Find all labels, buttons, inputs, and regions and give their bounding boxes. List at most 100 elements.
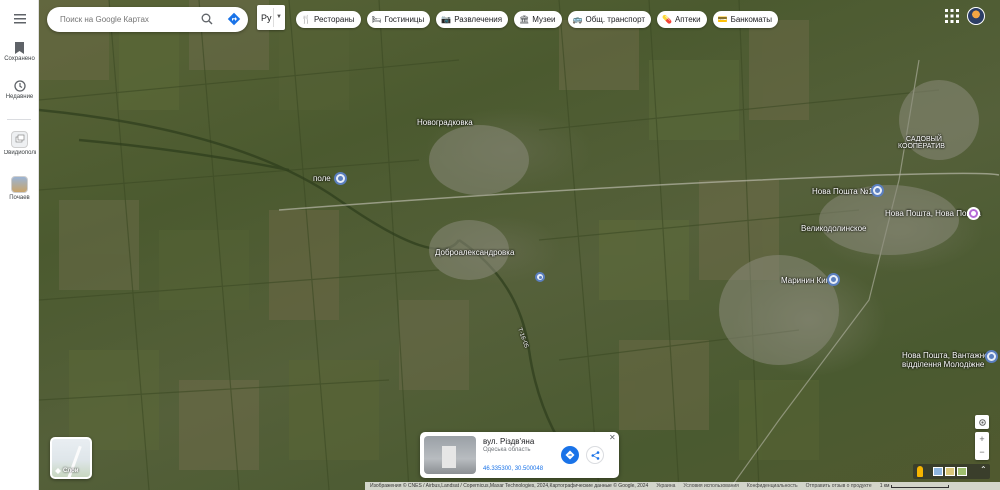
chevron-up-icon[interactable]: ⌃ bbox=[980, 465, 987, 474]
chevron-down-icon: ▼ bbox=[276, 14, 282, 20]
map-type-thumbnail[interactable] bbox=[945, 467, 955, 476]
museum-icon: 🏛 bbox=[519, 15, 530, 24]
map-type-thumbnail[interactable] bbox=[957, 467, 967, 476]
place-label-nova-poshta-1[interactable]: Нова Пошта №1 bbox=[812, 187, 873, 196]
recent-label: Недавние bbox=[5, 94, 34, 100]
map-pin-icon[interactable] bbox=[985, 350, 998, 363]
scale-line bbox=[891, 484, 950, 488]
place-label-novogradkovka[interactable]: Новоградковка bbox=[417, 118, 473, 127]
recent-place-ovidiopol[interactable]: Овидиопольский... bbox=[0, 131, 39, 157]
place-region: Одеська область bbox=[483, 447, 531, 453]
camera-icon: 📷 bbox=[441, 15, 452, 24]
street-view-bar: ⌃ bbox=[913, 464, 990, 479]
apps-grid-icon[interactable] bbox=[944, 8, 960, 24]
share-button[interactable] bbox=[586, 446, 604, 464]
privacy-link[interactable]: Конфиденциальность bbox=[747, 483, 798, 489]
zoom-in-button[interactable]: + bbox=[979, 432, 984, 446]
place-label-sadovy[interactable]: САДОВЫЙ bbox=[906, 136, 942, 143]
search-icon[interactable] bbox=[201, 13, 213, 25]
directions-icon[interactable] bbox=[227, 12, 241, 26]
place-photo[interactable] bbox=[424, 436, 476, 474]
saved-label: Сохранено bbox=[4, 56, 35, 62]
place-thumbnail bbox=[11, 176, 28, 193]
layers-preview bbox=[65, 445, 82, 477]
menu-icon bbox=[13, 14, 26, 24]
place-label-marinin[interactable]: Маринин Кинг bbox=[781, 276, 833, 285]
chip-label: Аптеки bbox=[674, 15, 701, 24]
bookmark-icon bbox=[15, 42, 24, 54]
terms-link[interactable]: Условия использования bbox=[683, 483, 739, 489]
restaurant-icon: 🍴 bbox=[301, 15, 311, 24]
zoom-out-button[interactable]: − bbox=[979, 446, 984, 460]
search-box[interactable] bbox=[47, 7, 248, 32]
pharmacy-icon: 💊 bbox=[662, 15, 672, 24]
share-icon bbox=[591, 450, 599, 460]
place-label-velikodolinskoe[interactable]: Великодолинское bbox=[801, 224, 867, 233]
bus-icon: 🚌 bbox=[572, 15, 583, 24]
chip-transit[interactable]: 🚌 Общ. транспорт bbox=[567, 11, 651, 28]
place-label-nova-poshta-3a[interactable]: Нова Пошта, Вантажне bbox=[902, 351, 989, 360]
chip-entertainment[interactable]: 📷 Развлечения bbox=[436, 11, 509, 28]
country-link[interactable]: Украина bbox=[656, 483, 675, 489]
directions-button[interactable] bbox=[561, 446, 579, 464]
atm-icon: 💳 bbox=[717, 15, 728, 24]
layers-label: Слои bbox=[55, 468, 78, 474]
location-icon bbox=[978, 418, 986, 426]
place-info-card[interactable]: вул. Різдв'яна Одеська область 46.335300… bbox=[420, 432, 619, 478]
chip-label: Рестораны bbox=[313, 15, 355, 24]
place-label-nova-poshta-3b[interactable]: відділення Молодіжне bbox=[902, 360, 984, 369]
recent-place-label: Овидиопольский... bbox=[3, 150, 36, 156]
map-pin-icon[interactable] bbox=[535, 272, 545, 282]
hotel-icon: 🛏 bbox=[371, 15, 382, 24]
chip-pharmacies[interactable]: 💊 Аптеки bbox=[657, 11, 707, 28]
chip-restaurants[interactable]: 🍴 Рестораны bbox=[296, 11, 361, 28]
layers-toggle[interactable]: Слои bbox=[50, 437, 92, 479]
my-location-button[interactable] bbox=[975, 415, 989, 429]
recent-place-label: Почаев bbox=[9, 195, 30, 201]
chip-hotels[interactable]: 🛏 Гостиницы bbox=[366, 11, 431, 28]
rail-divider bbox=[7, 119, 31, 120]
left-rail: Сохранено Недавние Овидиопольский... Поч… bbox=[0, 0, 39, 490]
recent-place-pochaev[interactable]: Почаев bbox=[0, 176, 39, 202]
map-pin-icon[interactable] bbox=[827, 273, 840, 286]
map-pin-icon[interactable] bbox=[871, 184, 884, 197]
pegman-icon[interactable] bbox=[917, 466, 923, 477]
place-thumbnail bbox=[11, 131, 28, 148]
directions-icon bbox=[565, 450, 575, 460]
chip-label: Музеи bbox=[532, 15, 556, 24]
avatar[interactable] bbox=[967, 7, 985, 25]
scale-bar[interactable]: 1 км bbox=[880, 483, 950, 489]
zoom-controls: + − bbox=[975, 432, 989, 460]
place-title[interactable]: вул. Різдв'яна bbox=[483, 437, 534, 446]
layers-stack-icon bbox=[15, 134, 24, 142]
place-coordinates[interactable]: 46.335300, 30.500048 bbox=[483, 466, 543, 472]
language-divider bbox=[273, 8, 274, 27]
place-label-pole[interactable]: поле bbox=[313, 174, 331, 183]
history-icon bbox=[13, 80, 26, 92]
feedback-link[interactable]: Отправить отзыв о продукте bbox=[806, 483, 872, 489]
place-label-kooperativ[interactable]: КООПЕРАТИВ bbox=[898, 143, 945, 150]
place-label-dobroaleksandrovka[interactable]: Доброалександровка bbox=[435, 248, 514, 257]
close-icon[interactable]: ✕ bbox=[609, 433, 616, 442]
language-value: Ру bbox=[261, 12, 272, 23]
map-pin-icon[interactable] bbox=[967, 207, 980, 220]
search-input[interactable] bbox=[60, 15, 190, 24]
saved-button[interactable]: Сохранено bbox=[0, 42, 39, 63]
chip-label: Развлечения bbox=[454, 15, 503, 24]
chip-atms[interactable]: 💳 Банкоматы bbox=[712, 11, 778, 28]
map-footer: Изображения © CNES / Airbus,Landsat / Co… bbox=[365, 482, 1000, 490]
map-pin-icon[interactable] bbox=[334, 172, 347, 185]
scale-label: 1 км bbox=[879, 483, 890, 489]
language-select[interactable]: Ру ▼ bbox=[257, 5, 285, 30]
category-chips: 🍴 Рестораны 🛏 Гостиницы 📷 Развлечения 🏛 Музе… bbox=[296, 11, 778, 28]
map-type-thumbnail[interactable] bbox=[933, 467, 943, 476]
map-imagery bbox=[39, 0, 1000, 490]
chip-label: Банкоматы bbox=[730, 15, 772, 24]
chip-label: Гостиницы bbox=[384, 15, 425, 24]
chip-museums[interactable]: 🏛 Музеи bbox=[514, 11, 562, 28]
chip-label: Общ. транспорт bbox=[585, 15, 645, 24]
attribution-text: Изображения © CNES / Airbus,Landsat / Co… bbox=[370, 483, 649, 489]
recent-button[interactable]: Недавние bbox=[0, 80, 39, 101]
menu-button[interactable] bbox=[0, 14, 39, 26]
satellite-map[interactable]: Новоградковка поле Доброалександровка Т-… bbox=[39, 0, 1000, 490]
